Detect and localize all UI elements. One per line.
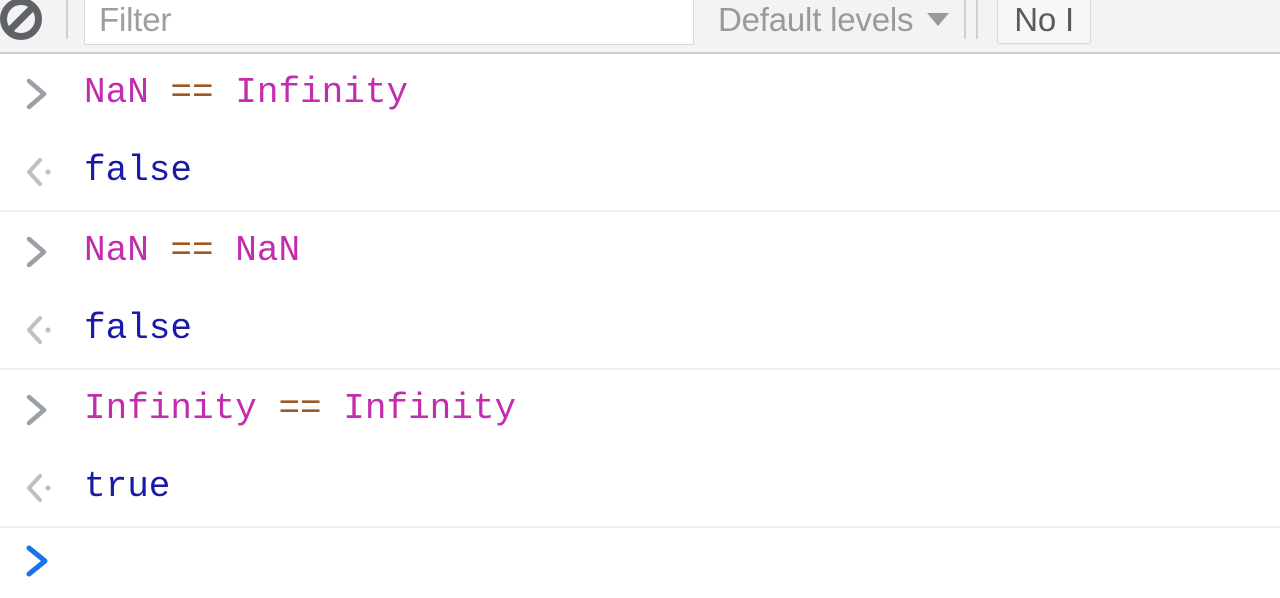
result-marker (22, 132, 84, 210)
console-result-value: true (84, 466, 171, 507)
code-token-operator: == (278, 388, 322, 429)
code-token-identifier: Infinity (84, 388, 257, 429)
toolbar-divider (976, 0, 979, 39)
chevron-left-dot-icon (27, 158, 51, 186)
chevron-right-icon (26, 236, 47, 268)
input-marker (22, 212, 84, 290)
code-token-identifier: NaN (235, 230, 301, 271)
code-token-identifier: Infinity (343, 388, 517, 429)
console-entry-group: NaN == Infinity false (0, 54, 1280, 212)
chevron-left-dot-icon (27, 474, 51, 502)
console-input-row[interactable]: NaN == Infinity (0, 54, 1280, 132)
devtools-console-panel: Filter Default levels No I NaN == Infini… (0, 0, 1280, 598)
chevron-right-icon (26, 394, 47, 426)
console-entry-group: NaN == NaN false (0, 212, 1280, 370)
console-input-expression: Infinity == Infinity (84, 391, 516, 427)
console-input-expression: NaN == Infinity (84, 75, 408, 111)
chevron-right-icon (26, 78, 47, 110)
result-marker (22, 448, 84, 526)
code-token-identifier: Infinity (235, 72, 409, 113)
console-input-row[interactable]: NaN == NaN (0, 212, 1280, 290)
input-marker (22, 370, 84, 448)
log-levels-dropdown[interactable]: Default levels (694, 0, 959, 45)
prompt-marker (22, 528, 84, 592)
console-prompt-row[interactable] (0, 528, 1280, 592)
issues-button[interactable]: No I (997, 0, 1092, 44)
result-marker (22, 290, 84, 368)
console-result-row[interactable]: false (0, 132, 1280, 210)
console-input-row[interactable]: Infinity == Infinity (0, 370, 1280, 448)
console-entry-group: Infinity == Infinity true (0, 370, 1280, 528)
issues-button-label: No I (1014, 0, 1075, 38)
log-levels-label: Default levels (718, 0, 914, 38)
console-message-list[interactable]: NaN == Infinity false NaN == NaN false I… (0, 54, 1280, 598)
console-result-row[interactable]: false (0, 290, 1280, 368)
filter-placeholder: Filter (99, 0, 172, 38)
console-input-expression: NaN == NaN (84, 233, 300, 269)
code-token-operator: == (170, 230, 214, 271)
console-result-value: false (84, 150, 193, 191)
chevron-right-icon (26, 545, 48, 577)
console-result-row[interactable]: true (0, 448, 1280, 526)
code-token-identifier: NaN (84, 72, 149, 113)
clear-console-icon (0, 0, 42, 40)
chevron-down-icon (927, 12, 950, 26)
code-token-operator: == (170, 72, 214, 113)
console-toolbar: Filter Default levels No I (0, 0, 1280, 54)
clear-console-button[interactable] (0, 0, 50, 48)
input-marker (22, 54, 84, 132)
chevron-left-dot-icon (27, 316, 51, 344)
code-token-identifier: NaN (84, 230, 149, 271)
toolbar-divider (964, 0, 967, 39)
console-result-value: false (84, 308, 193, 349)
toolbar-divider (66, 0, 68, 39)
filter-input[interactable]: Filter (84, 0, 694, 45)
